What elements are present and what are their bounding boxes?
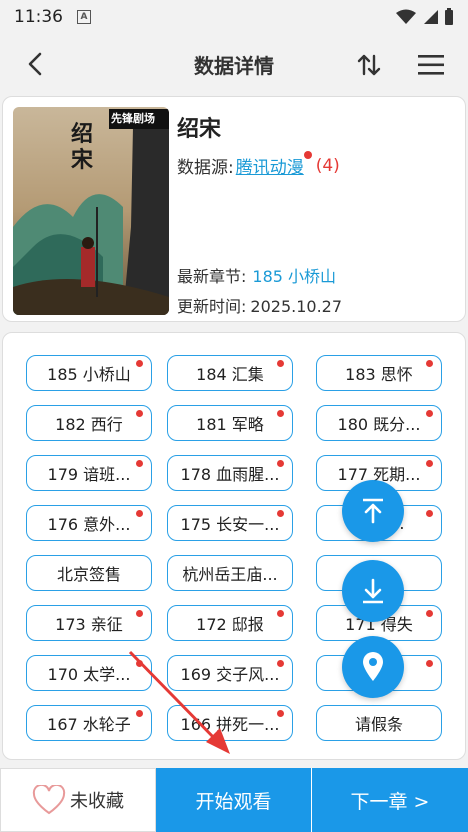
chapter-chip[interactable]: 请假条 [316, 705, 442, 741]
chapter-chip[interactable]: 166 拼死一... [167, 705, 293, 741]
sort-swap-icon[interactable] [354, 50, 384, 80]
chapter-label: 183 思怀 [345, 365, 413, 384]
source-link[interactable]: 腾讯动漫 [235, 151, 312, 178]
chapter-label: 172 邸报 [196, 615, 264, 634]
chapter-new-dot [136, 660, 143, 667]
updated-row: 更新时间: 2025.10.27 [177, 293, 342, 317]
chapter-new-dot [277, 460, 284, 467]
chapter-chip[interactable]: 北京签售 [26, 555, 152, 591]
signal-icon [424, 10, 438, 24]
chapter-label: 180 既分... [337, 415, 421, 434]
favorite-label: 未收藏 [70, 791, 124, 812]
chapter-chip[interactable]: 180 既分... [316, 405, 442, 441]
chapter-label: 181 军略 [196, 415, 264, 434]
chapter-grid: 185 小桥山 184 汇集 183 思怀 182 西行 181 军略 180 既分...… [2, 332, 466, 760]
chapter-chip[interactable]: 182 西行 [26, 405, 152, 441]
wifi-icon [396, 9, 416, 24]
chapter-label: 169 交子风... [180, 665, 280, 684]
latest-chapter-link[interactable]: 185 小桥山 [252, 267, 336, 286]
chapter-label: 请假条 [354, 715, 403, 734]
cover-title: 绍宋 [71, 121, 94, 173]
chapter-new-dot [277, 410, 284, 417]
scroll-bottom-button[interactable] [342, 560, 404, 622]
chapter-label: 182 西行 [55, 415, 123, 434]
chapter-new-dot [136, 610, 143, 617]
chapter-chip[interactable]: 179 谙班... [26, 455, 152, 491]
chapter-new-dot [136, 460, 143, 467]
chapter-chip[interactable]: 184 汇集 [167, 355, 293, 391]
chapter-new-dot [426, 410, 433, 417]
menu-icon[interactable] [416, 52, 446, 78]
battery-icon [445, 8, 453, 25]
book-info-card: 先锋剧场 绍宋 绍宋 数据源: 腾讯动漫 (4) 最新章节: 185 小桥山 更新… [2, 96, 466, 322]
chapter-new-dot [136, 710, 143, 717]
next-chapter-button[interactable]: 下一章 > [312, 768, 468, 832]
chapter-chip[interactable]: 169 交子风... [167, 655, 293, 691]
chapter-chip[interactable]: 185 小桥山 [26, 355, 152, 391]
chapter-new-dot [426, 610, 433, 617]
chapter-chip[interactable]: 167 水轮子 [26, 705, 152, 741]
chapter-chip[interactable]: 杭州岳王庙... [167, 555, 293, 591]
chapter-new-dot [277, 710, 284, 717]
chapter-label: 185 小桥山 [47, 365, 131, 384]
scroll-top-icon [363, 498, 383, 524]
updated-value: 2025.10.27 [250, 297, 343, 316]
book-title: 绍宋 [177, 117, 222, 142]
source-count: (4) [315, 155, 340, 176]
latest-chapter-row: 最新章节: 185 小桥山 [177, 263, 336, 287]
chapter-new-dot [426, 460, 433, 467]
chapter-chip[interactable]: 181 军略 [167, 405, 293, 441]
chapter-new-dot [136, 360, 143, 367]
source-update-dot [303, 151, 312, 159]
chapter-label: 179 谙班... [47, 465, 131, 484]
chapter-chip[interactable]: 173 亲征 [26, 605, 152, 641]
latest-label: 最新章节: [177, 267, 247, 286]
chapter-label: 184 汇集 [196, 365, 264, 384]
chapter-chip[interactable]: 183 思怀 [316, 355, 442, 391]
chapter-new-dot [277, 360, 284, 367]
chapter-new-dot [136, 510, 143, 517]
chapter-label: 173 亲征 [55, 615, 123, 634]
source-row: 数据源: 腾讯动漫 (4) [177, 151, 340, 178]
chapter-label: 176 意外... [47, 515, 131, 534]
chapter-chip[interactable]: 176 意外... [26, 505, 152, 541]
status-bar: 11:36 A [0, 0, 468, 34]
chapter-chip[interactable]: 172 邸报 [167, 605, 293, 641]
page-title: 数据详情 [194, 54, 274, 78]
chapter-new-dot [277, 610, 284, 617]
source-name: 腾讯动漫 [235, 158, 304, 178]
app-header: 数据详情 [0, 34, 468, 94]
chapter-label: 166 拼死一... [180, 715, 280, 734]
chapter-label: 北京签售 [56, 565, 121, 584]
chapter-new-dot [426, 360, 433, 367]
source-label: 数据源: [177, 158, 234, 178]
chapter-label: 178 血雨腥... [180, 465, 280, 484]
chapter-label: 170 太学... [47, 665, 131, 684]
updated-label: 更新时间: [177, 297, 247, 316]
start-watching-button[interactable]: 开始观看 [156, 768, 312, 832]
chapter-chip[interactable]: 170 太学... [26, 655, 152, 691]
scroll-top-button[interactable] [342, 480, 404, 542]
chapter-new-dot [277, 660, 284, 667]
favorite-button[interactable]: 未收藏 [0, 768, 156, 832]
location-pin-icon [363, 652, 383, 681]
chapter-chip[interactable]: 178 血雨腥... [167, 455, 293, 491]
bottom-action-bar: 未收藏 开始观看 下一章 > [0, 768, 468, 832]
chapter-new-dot [136, 410, 143, 417]
heart-outline-icon [32, 785, 66, 815]
cover-badge: 先锋剧场 [111, 112, 155, 125]
chapter-label: 杭州岳王庙... [182, 565, 278, 584]
chapter-chip[interactable]: 175 长安一... [167, 505, 293, 541]
chapter-new-dot [426, 660, 433, 667]
chapter-label: 167 水轮子 [47, 715, 131, 734]
locate-button[interactable] [342, 636, 404, 698]
status-icons [396, 8, 454, 26]
chapter-label: 175 长安一... [180, 515, 280, 534]
status-time: 11:36 [14, 7, 63, 27]
chapter-new-dot [426, 510, 433, 517]
book-cover[interactable]: 先锋剧场 绍宋 [13, 107, 169, 315]
scroll-bottom-icon [363, 578, 383, 604]
notification-a-icon: A [77, 10, 91, 24]
chapter-new-dot [277, 510, 284, 517]
